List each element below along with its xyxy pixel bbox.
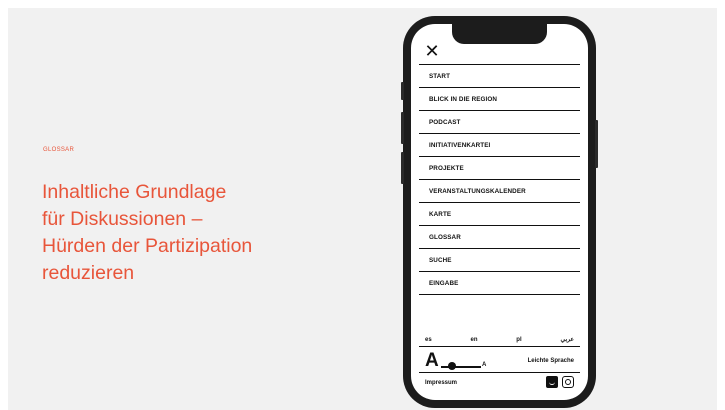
- menu-item-label: PODCAST: [429, 118, 461, 126]
- instagram-icon[interactable]: [562, 376, 574, 388]
- menu-item-podcast[interactable]: PODCAST: [419, 111, 580, 134]
- menu-item-initiativenkartei[interactable]: INITIATIVENKARTEI: [419, 134, 580, 157]
- phone-mockup: ✕ START BLICK IN DIE REGION PODCAST INIT…: [401, 16, 598, 408]
- menu-item-blick-in-die-region[interactable]: BLICK IN DIE REGION: [419, 88, 580, 111]
- phone-volume-up-button: [401, 112, 404, 144]
- font-size-slider-track[interactable]: [441, 366, 481, 368]
- phone-silent-switch: [401, 82, 404, 100]
- menu-item-label: START: [429, 72, 451, 80]
- menu-item-eingabe[interactable]: EINGABE: [419, 272, 580, 295]
- menu-item-label: SUCHE: [429, 256, 452, 264]
- menu-item-label: EINGABE: [429, 279, 459, 287]
- menu-item-label: BLICK IN DIE REGION: [429, 95, 498, 103]
- easy-language-link[interactable]: Leichte Sprache: [528, 355, 574, 367]
- menu-item-projekte[interactable]: PROJEKTE: [419, 157, 580, 180]
- accessibility-row: A A Leichte Sprache: [419, 350, 580, 373]
- slide-background: GLOSSAR Inhaltliche Grundlage für Diskus…: [8, 8, 717, 410]
- close-icon[interactable]: ✕: [423, 42, 441, 60]
- phone-screen: ✕ START BLICK IN DIE REGION PODCAST INIT…: [411, 24, 588, 400]
- twitter-icon[interactable]: [546, 376, 558, 388]
- footer-row: Impressum: [419, 375, 580, 391]
- section-label: GLOSSAR: [43, 147, 75, 153]
- menu-item-karte[interactable]: KARTE: [419, 203, 580, 226]
- phone-volume-down-button: [401, 152, 404, 184]
- impressum-link[interactable]: Impressum: [425, 378, 457, 388]
- menu-item-glossar[interactable]: GLOSSAR: [419, 226, 580, 249]
- phone-power-button: [595, 120, 598, 168]
- menu-item-veranstaltungskalender[interactable]: VERANSTALTUNGSKALENDER: [419, 180, 580, 203]
- language-option-es[interactable]: es: [425, 337, 432, 343]
- menu-item-label: GLOSSAR: [429, 233, 461, 241]
- language-switcher: es en pl عربي: [419, 333, 580, 347]
- menu-item-label: VERANSTALTUNGSKALENDER: [429, 187, 526, 195]
- headline: Inhaltliche Grundlage für Diskussionen –…: [42, 181, 253, 284]
- font-size-large-label: A: [425, 350, 439, 371]
- menu-item-label: KARTE: [429, 210, 452, 218]
- menu-item-suche[interactable]: SUCHE: [419, 249, 580, 272]
- language-option-pl[interactable]: pl: [516, 337, 521, 343]
- menu-item-start[interactable]: START: [419, 65, 580, 88]
- font-size-slider-handle[interactable]: [448, 362, 456, 370]
- font-size-small-label: A: [482, 362, 487, 368]
- language-option-en[interactable]: en: [470, 337, 477, 343]
- navigation-menu: START BLICK IN DIE REGION PODCAST INITIA…: [419, 64, 580, 295]
- language-option-ar[interactable]: عربي: [560, 336, 574, 343]
- phone-notch: [452, 24, 547, 44]
- menu-item-label: PROJEKTE: [429, 164, 464, 172]
- menu-item-label: INITIATIVENKARTEI: [429, 141, 491, 149]
